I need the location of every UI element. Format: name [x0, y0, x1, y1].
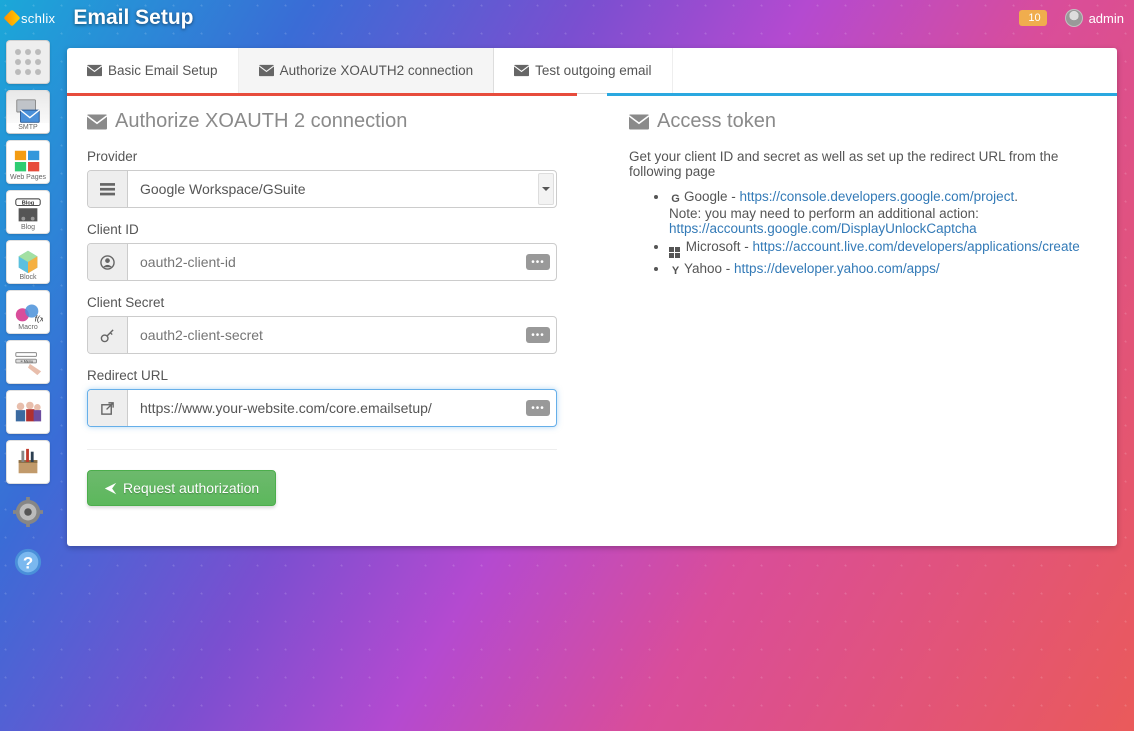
rail-label: Macro — [7, 323, 49, 332]
topbar: schlix Email Setup 10 admin — [0, 0, 1134, 36]
users-icon — [13, 397, 43, 427]
google-captcha-link[interactable]: https://accounts.google.com/DisplayUnloc… — [669, 221, 977, 236]
rail-smtp[interactable]: SMTP — [6, 90, 50, 134]
menu-icon: ≡ Menu — [13, 347, 43, 377]
tab-authorize[interactable]: Authorize XOAUTH2 connection — [239, 48, 495, 93]
tools-icon — [13, 447, 43, 477]
redirect-url-input[interactable] — [128, 390, 556, 426]
avatar — [1065, 9, 1083, 27]
rail-webpages[interactable]: Web Pages — [6, 140, 50, 184]
google-icon: G — [669, 193, 682, 206]
authorize-pane: Authorize XOAUTH 2 connection Provider G… — [67, 93, 577, 530]
reveal-icon[interactable] — [526, 254, 550, 270]
brand-logo[interactable]: schlix — [6, 11, 55, 26]
envelope-icon — [87, 64, 102, 77]
key-icon — [88, 317, 128, 353]
rail-label: Block — [7, 273, 49, 282]
notifications-badge[interactable]: 10 — [1019, 10, 1046, 26]
envelope-icon — [629, 114, 649, 130]
tab-label: Test outgoing email — [535, 63, 651, 78]
redirect-url-group — [87, 389, 557, 427]
section-heading-access-token: Access token — [629, 110, 1095, 133]
rail-label: Blog — [7, 223, 49, 232]
help-icon: ? — [13, 547, 43, 577]
client-secret-input[interactable] — [128, 317, 556, 353]
rail-label: SMTP — [7, 123, 49, 132]
rail-menu[interactable]: ≡ Menu — [6, 340, 50, 384]
tab-label: Authorize XOAUTH2 connection — [280, 63, 474, 78]
client-id-input[interactable] — [128, 244, 556, 280]
list-icon — [88, 171, 128, 207]
username: admin — [1089, 11, 1124, 26]
reveal-icon[interactable] — [526, 327, 550, 343]
access-token-pane: Access token Get your client ID and secr… — [607, 93, 1117, 530]
svg-text:Blog: Blog — [22, 201, 35, 207]
reveal-icon[interactable] — [526, 400, 550, 416]
provider-select[interactable]: Google Workspace/GSuite — [128, 171, 556, 207]
grid-icon — [13, 47, 43, 77]
tabs: Basic Email Setup Authorize XOAUTH2 conn… — [67, 48, 1117, 94]
workspace: Basic Email Setup Authorize XOAUTH2 conn… — [67, 48, 1117, 546]
user-circle-icon — [88, 244, 128, 280]
svg-text:?: ? — [23, 554, 33, 573]
envelope-icon — [87, 114, 107, 130]
provider-group: Google Workspace/GSuite — [87, 170, 557, 208]
user-menu[interactable]: admin — [1065, 9, 1124, 27]
provider-google: GGoogle - https://console.developers.goo… — [669, 189, 1095, 236]
svg-text:≡ Menu: ≡ Menu — [21, 359, 34, 363]
microsoft-link[interactable]: https://account.live.com/developers/appl… — [753, 239, 1080, 254]
rail-tools[interactable] — [6, 440, 50, 484]
envelope-icon — [514, 64, 529, 77]
tab-test-email[interactable]: Test outgoing email — [494, 48, 672, 93]
rail-users[interactable] — [6, 390, 50, 434]
logo-icon — [4, 10, 21, 27]
client-secret-label: Client Secret — [87, 295, 557, 310]
rail-block[interactable]: Block — [6, 240, 50, 284]
side-rail: SMTP Web Pages Blog Blog Block f(x) Macr… — [3, 40, 53, 721]
gear-icon — [13, 497, 43, 527]
notif-count: 10 — [1028, 12, 1040, 24]
google-console-link[interactable]: https://console.developers.google.com/pr… — [740, 189, 1015, 204]
rail-apps[interactable] — [6, 40, 50, 84]
microsoft-icon — [669, 247, 680, 258]
brand-text: schlix — [21, 11, 55, 26]
client-secret-group — [87, 316, 557, 354]
send-icon — [104, 482, 117, 495]
provider-label: Provider — [87, 149, 557, 164]
rail-help[interactable]: ? — [6, 540, 50, 584]
yahoo-link[interactable]: https://developer.yahoo.com/apps/ — [734, 261, 940, 276]
tab-basic-email[interactable]: Basic Email Setup — [67, 48, 239, 93]
rail-settings[interactable] — [6, 490, 50, 534]
section-heading-authorize: Authorize XOAUTH 2 connection — [87, 110, 557, 133]
request-authorization-button[interactable]: Request authorization — [87, 470, 276, 506]
divider — [87, 449, 557, 450]
access-token-desc: Get your client ID and secret as well as… — [629, 149, 1095, 179]
provider-links-list: GGoogle - https://console.developers.goo… — [629, 189, 1095, 277]
redirect-url-label: Redirect URL — [87, 368, 557, 383]
rail-blog[interactable]: Blog Blog — [6, 190, 50, 234]
page-title: Email Setup — [73, 6, 193, 30]
provider-microsoft: Microsoft - https://account.live.com/dev… — [669, 239, 1095, 258]
svg-text:f(x): f(x) — [35, 313, 43, 323]
tab-label: Basic Email Setup — [108, 63, 218, 78]
client-id-group — [87, 243, 557, 281]
external-link-icon — [88, 390, 128, 426]
rail-label: Web Pages — [7, 173, 49, 182]
yahoo-icon: Y — [669, 264, 682, 277]
envelope-icon — [259, 64, 274, 77]
provider-yahoo: YYahoo - https://developer.yahoo.com/app… — [669, 261, 1095, 278]
client-id-label: Client ID — [87, 222, 557, 237]
rail-macro[interactable]: f(x) Macro — [6, 290, 50, 334]
